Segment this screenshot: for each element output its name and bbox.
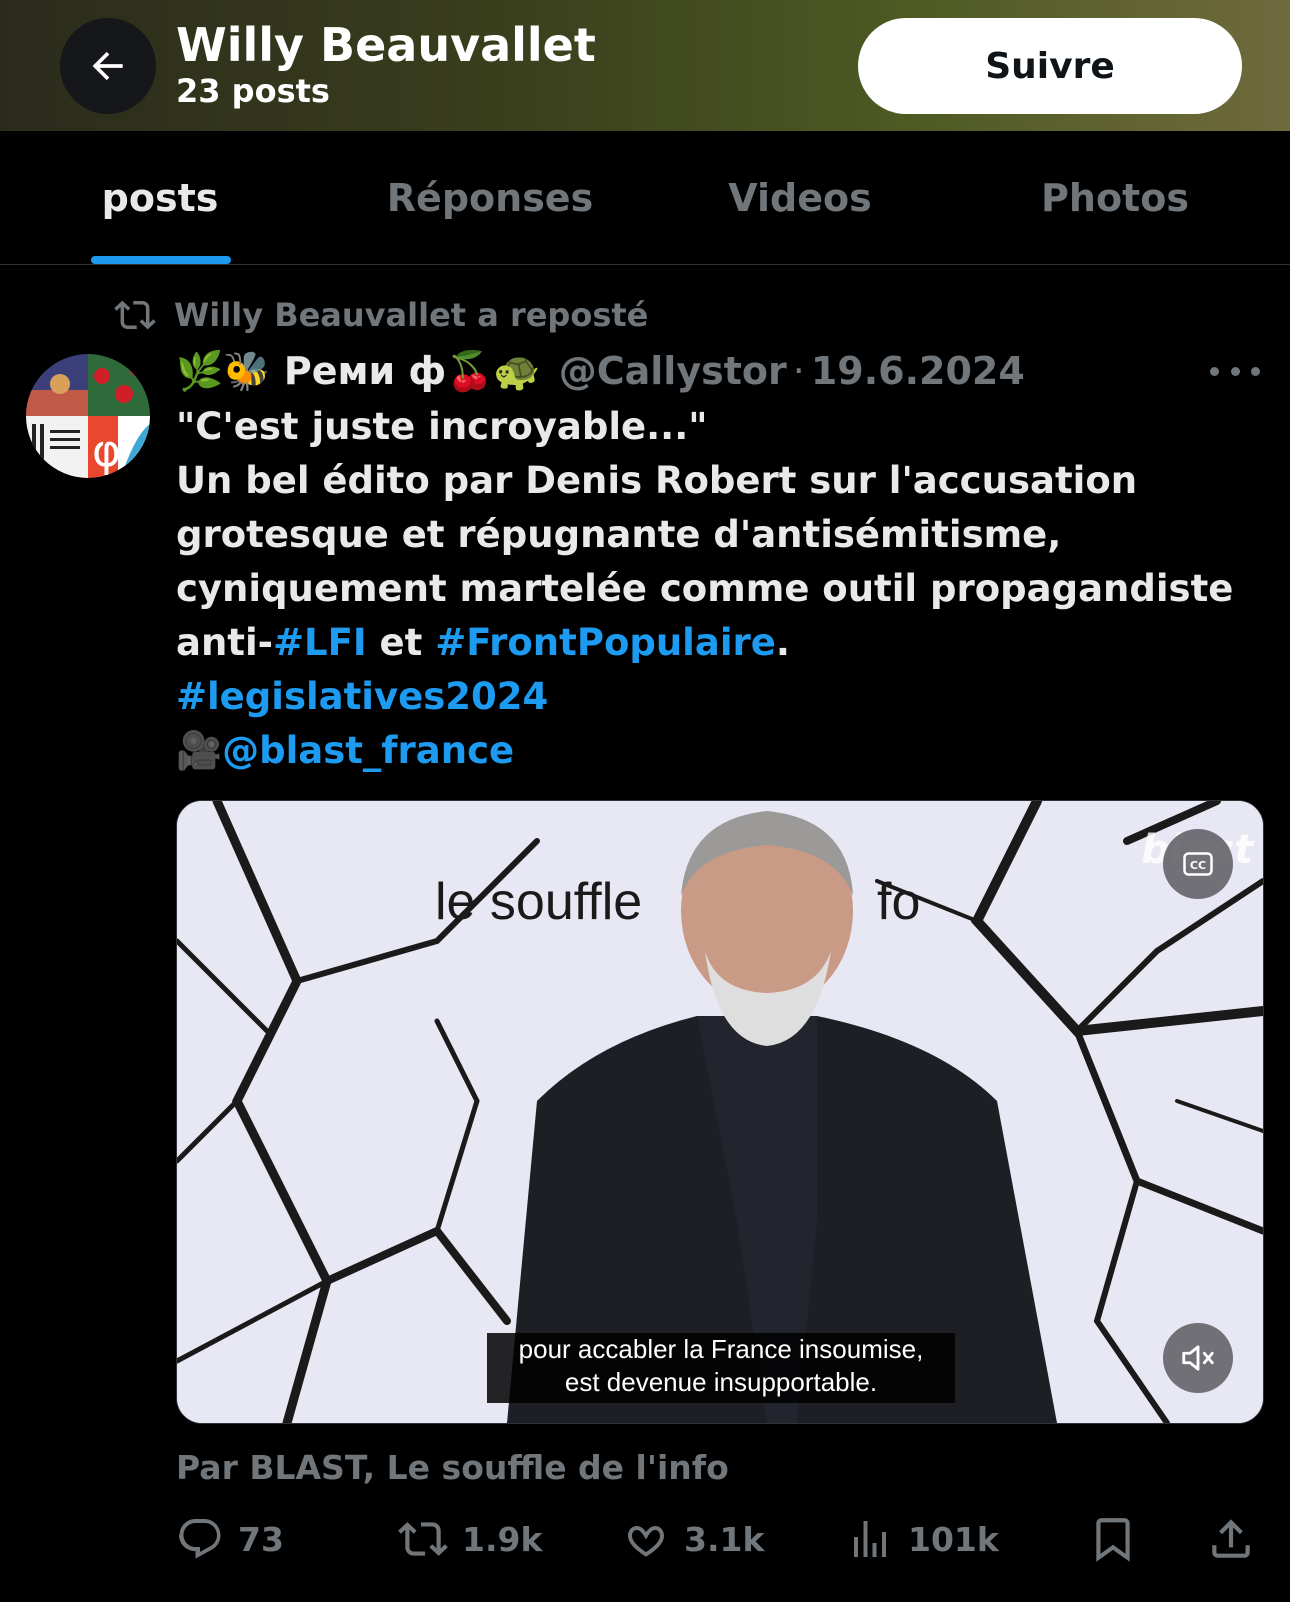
reply-count: 73 — [238, 1519, 284, 1559]
tweet-line: "C'est juste incroyable..." — [176, 405, 708, 448]
tab-photos[interactable]: Photos — [1010, 131, 1220, 264]
video-subtitle: pour accabler la France insoumise, est d… — [487, 1333, 955, 1403]
background-text: le souffle — [435, 873, 642, 931]
video-source-attribution[interactable]: Par BLAST, Le souffle de l'info — [176, 1448, 729, 1487]
reply-icon — [179, 1519, 221, 1559]
video-frame: le souffle fo — [177, 801, 1263, 1423]
repost-icon — [114, 300, 156, 330]
tab-videos[interactable]: Videos — [700, 131, 900, 264]
tweet-actions: 73 1.9k 3.1k 101k — [176, 1508, 1266, 1570]
avatar[interactable]: φ — [26, 354, 150, 478]
follow-button[interactable]: Suivre — [858, 18, 1242, 114]
svg-text:φ: φ — [92, 426, 121, 477]
tweet-date[interactable]: 19.6.2024 — [811, 349, 1025, 393]
bookmark-button[interactable] — [1088, 1508, 1138, 1570]
cc-icon: CC — [1183, 852, 1213, 876]
tab-posts[interactable]: posts — [60, 131, 260, 264]
tweet-line: #legislatives2024 — [176, 670, 1256, 724]
analytics-icon — [854, 1521, 886, 1557]
tweet-line: anti-#LFI et #FrontPopulaire. — [176, 616, 1256, 670]
profile-name: Willy Beauvallet — [176, 18, 596, 72]
text-fragment: . — [775, 621, 790, 664]
tweet-line: 🎥@blast_france — [176, 724, 1256, 778]
text-fragment: et — [366, 621, 436, 664]
share-icon — [1212, 1519, 1250, 1558]
camera-emoji: 🎥 — [176, 729, 223, 772]
captions-button[interactable]: CC — [1163, 829, 1233, 899]
repost-indicator: Willy Beauvallet a reposté — [114, 290, 648, 340]
repost-button[interactable]: 1.9k — [398, 1508, 542, 1570]
profile-tabs: posts Réponses Videos Photos — [0, 131, 1290, 265]
author-display-name[interactable]: 🌿🐝 Реми ф🍒🐢 — [176, 349, 541, 394]
tweet-line: Un bel édito par Denis Robert sur l'accu… — [176, 459, 1138, 502]
subtitle-line: pour accabler la France insoumise, — [518, 1334, 924, 1364]
views-button[interactable]: 101k — [846, 1508, 999, 1570]
svg-text:CC: CC — [1190, 859, 1206, 872]
text-fragment: anti- — [176, 621, 274, 664]
repost-label: Willy Beauvallet a reposté — [174, 296, 649, 334]
tweet-line: cyniquement martelée comme outil propaga… — [176, 567, 1234, 610]
mute-button[interactable] — [1163, 1323, 1233, 1393]
view-count: 101k — [908, 1519, 999, 1559]
hashtag-frontpopulaire[interactable]: #FrontPopulaire — [435, 621, 776, 664]
heart-icon — [628, 1525, 664, 1557]
tweet-body: "C'est juste incroyable..." Un bel édito… — [176, 400, 1256, 778]
svg-text:fo: fo — [877, 873, 920, 931]
hashtag-lfi[interactable]: #LFI — [273, 621, 367, 664]
tweet-line: grotesque et répugnante d'antisémitisme, — [176, 513, 1062, 556]
back-button[interactable] — [60, 18, 156, 114]
share-button[interactable] — [1206, 1508, 1256, 1570]
active-tab-indicator — [91, 256, 231, 264]
bookmark-icon — [1096, 1518, 1130, 1562]
profile-header: Willy Beauvallet 23 posts Suivre — [0, 0, 1290, 131]
like-button[interactable]: 3.1k — [622, 1508, 764, 1570]
repost-count: 1.9k — [462, 1519, 543, 1559]
tab-replies[interactable]: Réponses — [370, 131, 610, 264]
repost-icon — [398, 1522, 448, 1556]
tweet-header: 🌿🐝 Реми ф🍒🐢 @Callystor · 19.6.2024 — [176, 343, 1025, 399]
arrow-left-icon — [92, 51, 123, 81]
subtitle-line: est devenue insupportable. — [564, 1367, 878, 1397]
reply-button[interactable]: 73 — [176, 1508, 284, 1570]
separator-dot: · — [792, 349, 805, 393]
author-handle[interactable]: @Callystor — [559, 349, 787, 393]
hashtag-legislatives[interactable]: #legislatives2024 — [176, 675, 548, 718]
mention-blast-france[interactable]: @blast_france — [222, 729, 514, 772]
more-options-icon[interactable] — [1210, 356, 1260, 386]
post-count: 23 posts — [176, 72, 330, 110]
volume-muted-icon — [1182, 1345, 1214, 1371]
video-player[interactable]: le souffle fo blast CC pour accabler la … — [176, 800, 1264, 1424]
like-count: 3.1k — [684, 1519, 765, 1559]
